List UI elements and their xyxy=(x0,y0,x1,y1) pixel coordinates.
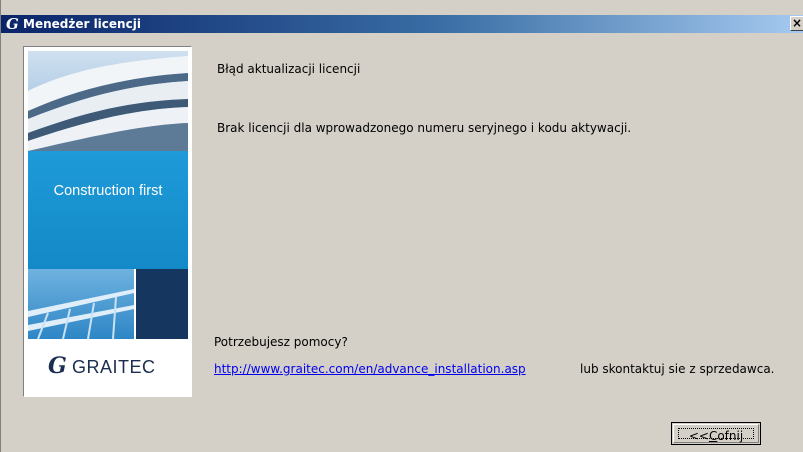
back-button-bevel: <<Cofnij xyxy=(673,424,759,443)
contact-text: lub skontaktuj sie z sprzedawca. xyxy=(580,362,775,376)
close-button[interactable]: × xyxy=(790,16,803,31)
close-icon: × xyxy=(791,16,803,30)
license-manager-window: G Menedżer licencji × Construction first xyxy=(0,0,803,452)
building-photo xyxy=(28,51,188,151)
graitec-logo: G GRAITEC xyxy=(28,339,188,393)
back-rest: ofnij xyxy=(717,429,744,443)
graitec-logo-icon: G xyxy=(48,353,67,379)
back-button[interactable]: <<Cofnij xyxy=(671,422,761,445)
structure-photo xyxy=(28,269,134,339)
slogan-band: Construction first xyxy=(28,151,188,269)
graitec-app-icon: G xyxy=(6,15,19,33)
help-label: Potrzebujesz pomocy? xyxy=(214,335,348,349)
back-button-label: <<Cofnij xyxy=(678,428,754,443)
error-message: Brak licencji dla wprowadzonego numeru s… xyxy=(217,121,632,135)
slogan-text: Construction first xyxy=(53,183,163,199)
window-title: Menedżer licencji xyxy=(23,17,141,31)
graitec-logo-text: GRAITEC xyxy=(72,357,156,377)
title-bar[interactable]: G Menedżer licencji × xyxy=(1,15,803,33)
help-link[interactable]: http://www.graitec.com/en/advance_instal… xyxy=(214,362,526,376)
back-prefix: << xyxy=(688,429,709,443)
branding-panel: Construction first G GRAITEC xyxy=(23,46,192,397)
navy-block xyxy=(136,269,188,339)
error-heading: Błąd aktualizacji licencji xyxy=(217,62,361,76)
